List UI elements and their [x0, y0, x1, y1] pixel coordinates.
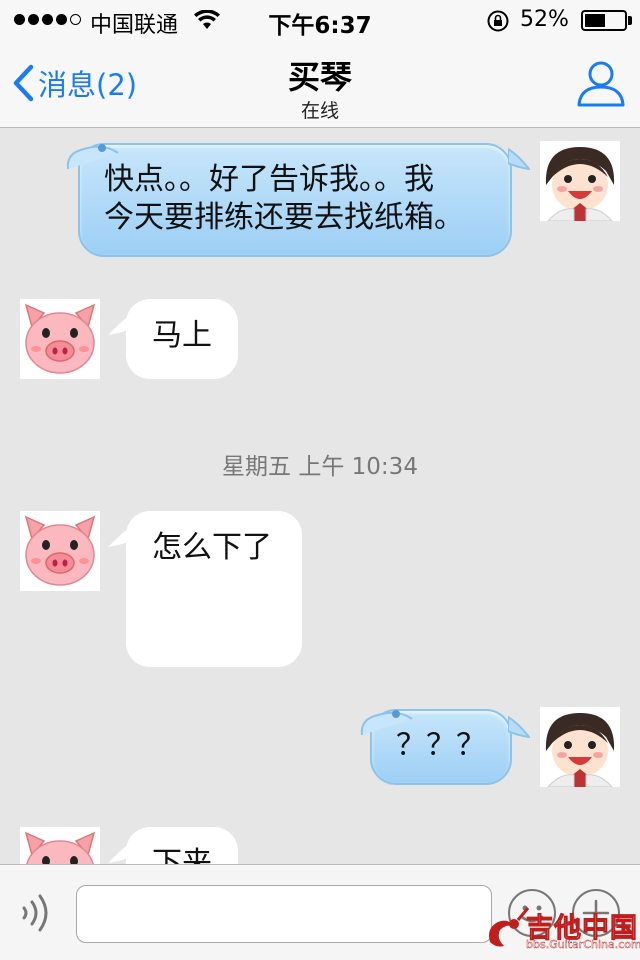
battery-tip [628, 16, 632, 25]
voice-icon[interactable] [18, 891, 58, 935]
rotation-lock-icon [487, 10, 509, 32]
avatar-contact[interactable] [20, 299, 100, 379]
message-bubble-outgoing[interactable]: 快点。。好了告诉我。。我 今天要排练还要去找纸箱。 [78, 143, 512, 257]
bubble-ear-decoration [66, 144, 119, 170]
avatar-me-image [540, 707, 620, 788]
watermark-url: bbs.GuitarChina.com [526, 938, 640, 951]
avatar-me[interactable] [540, 707, 620, 788]
avatar-contact-image [20, 511, 100, 591]
battery-fill [585, 14, 605, 27]
avatar-contact-image [20, 299, 100, 379]
message-bubble-incoming[interactable]: 马上 [126, 299, 238, 379]
message-input[interactable] [76, 885, 492, 943]
avatar-contact[interactable] [20, 511, 100, 591]
battery-icon [581, 10, 627, 31]
message-text: 马上 [152, 318, 212, 353]
message-bubble-incoming[interactable]: 怎么下了 [126, 511, 302, 667]
message-bubble-incoming[interactable]: 下来 [126, 827, 238, 864]
message-timestamp: 星期五 上午 10:34 [222, 454, 418, 480]
message-text: 怎么下了 [152, 530, 272, 565]
person-icon[interactable] [576, 58, 626, 108]
message-text-line: 今天要排练还要去找纸箱。 [104, 200, 464, 235]
chat-title: 买琴 [287, 58, 352, 96]
message-text-line: 快点。。好了告诉我。。我 [104, 162, 434, 197]
avatar-me[interactable] [540, 141, 620, 222]
bubble-tail [508, 715, 530, 739]
avatar-me-image [540, 141, 620, 222]
battery-percent: 52% [520, 7, 569, 32]
chat-status: 在线 [300, 100, 339, 122]
bubble-tail [508, 147, 530, 171]
status-bar: 中国联通 下午6:37 52% [0, 0, 640, 40]
bubble-ear-decoration [360, 710, 413, 736]
nav-bar: 消息(2) 买琴 在线 [0, 40, 640, 128]
avatar-contact[interactable] [20, 827, 100, 864]
message-text: 下来 [152, 846, 212, 864]
chat-area[interactable]: 快点。。好了告诉我。。我 今天要排练还要去找纸箱。 马上 星期五 上午 10:3… [0, 129, 640, 864]
avatar-contact-image [20, 827, 100, 864]
